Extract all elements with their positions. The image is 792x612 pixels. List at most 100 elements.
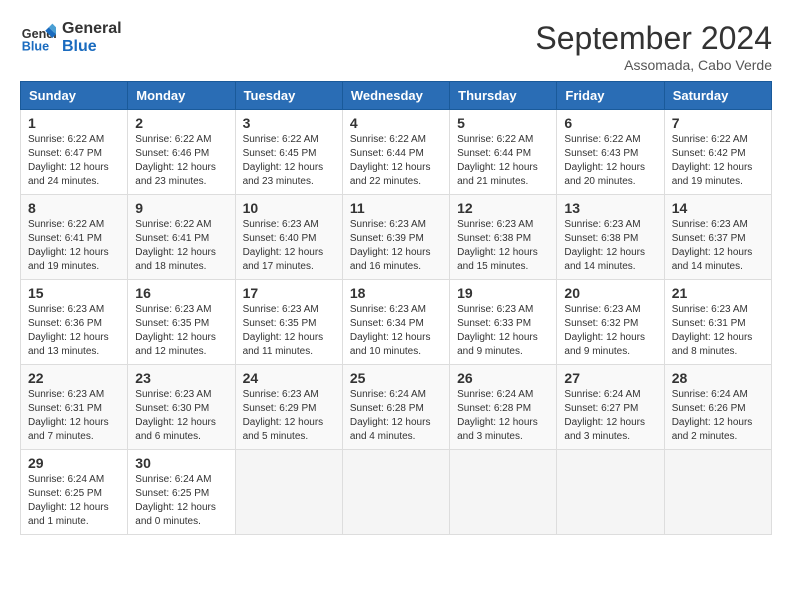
calendar-cell xyxy=(342,450,449,535)
day-info: Sunrise: 6:24 AM Sunset: 6:26 PM Dayligh… xyxy=(672,388,764,444)
calendar-cell: 25 Sunrise: 6:24 AM Sunset: 6:28 PM Dayl… xyxy=(342,365,449,450)
calendar-cell: 13 Sunrise: 6:23 AM Sunset: 6:38 PM Dayl… xyxy=(557,195,664,280)
day-info: Sunrise: 6:23 AM Sunset: 6:40 PM Dayligh… xyxy=(243,218,335,274)
day-info: Sunrise: 6:23 AM Sunset: 6:35 PM Dayligh… xyxy=(243,303,335,359)
calendar-cell: 9 Sunrise: 6:22 AM Sunset: 6:41 PM Dayli… xyxy=(128,195,235,280)
location-subtitle: Assomada, Cabo Verde xyxy=(535,57,772,73)
calendar-cell: 17 Sunrise: 6:23 AM Sunset: 6:35 PM Dayl… xyxy=(235,280,342,365)
calendar-cell: 6 Sunrise: 6:22 AM Sunset: 6:43 PM Dayli… xyxy=(557,110,664,195)
day-info: Sunrise: 6:23 AM Sunset: 6:31 PM Dayligh… xyxy=(672,303,764,359)
day-info: Sunrise: 6:22 AM Sunset: 6:47 PM Dayligh… xyxy=(28,133,120,189)
column-header-tuesday: Tuesday xyxy=(235,82,342,110)
day-number: 24 xyxy=(243,370,335,386)
day-number: 23 xyxy=(135,370,227,386)
page-header: General Blue General Blue September 2024… xyxy=(20,20,772,73)
calendar-table: SundayMondayTuesdayWednesdayThursdayFrid… xyxy=(20,81,772,535)
day-info: Sunrise: 6:23 AM Sunset: 6:34 PM Dayligh… xyxy=(350,303,442,359)
logo: General Blue General Blue xyxy=(20,20,122,56)
calendar-cell: 22 Sunrise: 6:23 AM Sunset: 6:31 PM Dayl… xyxy=(21,365,128,450)
calendar-cell: 12 Sunrise: 6:23 AM Sunset: 6:38 PM Dayl… xyxy=(450,195,557,280)
day-info: Sunrise: 6:22 AM Sunset: 6:41 PM Dayligh… xyxy=(28,218,120,274)
day-info: Sunrise: 6:23 AM Sunset: 6:35 PM Dayligh… xyxy=(135,303,227,359)
day-number: 2 xyxy=(135,115,227,131)
title-block: September 2024 Assomada, Cabo Verde xyxy=(535,20,772,73)
day-number: 30 xyxy=(135,455,227,471)
calendar-week-5: 29 Sunrise: 6:24 AM Sunset: 6:25 PM Dayl… xyxy=(21,450,772,535)
calendar-cell: 15 Sunrise: 6:23 AM Sunset: 6:36 PM Dayl… xyxy=(21,280,128,365)
day-number: 16 xyxy=(135,285,227,301)
day-number: 15 xyxy=(28,285,120,301)
day-number: 11 xyxy=(350,200,442,216)
day-number: 14 xyxy=(672,200,764,216)
calendar-cell: 10 Sunrise: 6:23 AM Sunset: 6:40 PM Dayl… xyxy=(235,195,342,280)
calendar-cell: 2 Sunrise: 6:22 AM Sunset: 6:46 PM Dayli… xyxy=(128,110,235,195)
day-number: 13 xyxy=(564,200,656,216)
calendar-cell: 20 Sunrise: 6:23 AM Sunset: 6:32 PM Dayl… xyxy=(557,280,664,365)
day-number: 28 xyxy=(672,370,764,386)
day-number: 7 xyxy=(672,115,764,131)
calendar-cell: 24 Sunrise: 6:23 AM Sunset: 6:29 PM Dayl… xyxy=(235,365,342,450)
day-info: Sunrise: 6:22 AM Sunset: 6:45 PM Dayligh… xyxy=(243,133,335,189)
day-info: Sunrise: 6:24 AM Sunset: 6:27 PM Dayligh… xyxy=(564,388,656,444)
day-number: 4 xyxy=(350,115,442,131)
day-info: Sunrise: 6:23 AM Sunset: 6:38 PM Dayligh… xyxy=(564,218,656,274)
calendar-cell: 28 Sunrise: 6:24 AM Sunset: 6:26 PM Dayl… xyxy=(664,365,771,450)
day-info: Sunrise: 6:23 AM Sunset: 6:31 PM Dayligh… xyxy=(28,388,120,444)
calendar-cell: 3 Sunrise: 6:22 AM Sunset: 6:45 PM Dayli… xyxy=(235,110,342,195)
logo-blue: Blue xyxy=(62,38,122,56)
calendar-cell: 4 Sunrise: 6:22 AM Sunset: 6:44 PM Dayli… xyxy=(342,110,449,195)
column-header-wednesday: Wednesday xyxy=(342,82,449,110)
calendar-cell: 14 Sunrise: 6:23 AM Sunset: 6:37 PM Dayl… xyxy=(664,195,771,280)
day-info: Sunrise: 6:23 AM Sunset: 6:29 PM Dayligh… xyxy=(243,388,335,444)
day-number: 21 xyxy=(672,285,764,301)
day-number: 25 xyxy=(350,370,442,386)
day-number: 9 xyxy=(135,200,227,216)
calendar-cell xyxy=(235,450,342,535)
calendar-week-2: 8 Sunrise: 6:22 AM Sunset: 6:41 PM Dayli… xyxy=(21,195,772,280)
calendar-cell: 30 Sunrise: 6:24 AM Sunset: 6:25 PM Dayl… xyxy=(128,450,235,535)
calendar-cell: 18 Sunrise: 6:23 AM Sunset: 6:34 PM Dayl… xyxy=(342,280,449,365)
column-header-friday: Friday xyxy=(557,82,664,110)
day-number: 3 xyxy=(243,115,335,131)
calendar-cell: 5 Sunrise: 6:22 AM Sunset: 6:44 PM Dayli… xyxy=(450,110,557,195)
day-number: 6 xyxy=(564,115,656,131)
calendar-cell: 8 Sunrise: 6:22 AM Sunset: 6:41 PM Dayli… xyxy=(21,195,128,280)
day-info: Sunrise: 6:23 AM Sunset: 6:37 PM Dayligh… xyxy=(672,218,764,274)
logo-general: General xyxy=(62,20,122,38)
calendar-cell xyxy=(450,450,557,535)
calendar-week-1: 1 Sunrise: 6:22 AM Sunset: 6:47 PM Dayli… xyxy=(21,110,772,195)
logo-icon: General Blue xyxy=(20,20,56,56)
day-info: Sunrise: 6:23 AM Sunset: 6:39 PM Dayligh… xyxy=(350,218,442,274)
calendar-cell: 11 Sunrise: 6:23 AM Sunset: 6:39 PM Dayl… xyxy=(342,195,449,280)
day-info: Sunrise: 6:22 AM Sunset: 6:44 PM Dayligh… xyxy=(457,133,549,189)
day-number: 18 xyxy=(350,285,442,301)
column-header-monday: Monday xyxy=(128,82,235,110)
day-info: Sunrise: 6:24 AM Sunset: 6:28 PM Dayligh… xyxy=(457,388,549,444)
calendar-cell: 27 Sunrise: 6:24 AM Sunset: 6:27 PM Dayl… xyxy=(557,365,664,450)
day-number: 22 xyxy=(28,370,120,386)
day-info: Sunrise: 6:24 AM Sunset: 6:25 PM Dayligh… xyxy=(135,473,227,529)
calendar-cell: 7 Sunrise: 6:22 AM Sunset: 6:42 PM Dayli… xyxy=(664,110,771,195)
day-info: Sunrise: 6:22 AM Sunset: 6:44 PM Dayligh… xyxy=(350,133,442,189)
day-info: Sunrise: 6:22 AM Sunset: 6:41 PM Dayligh… xyxy=(135,218,227,274)
calendar-cell: 23 Sunrise: 6:23 AM Sunset: 6:30 PM Dayl… xyxy=(128,365,235,450)
day-info: Sunrise: 6:23 AM Sunset: 6:36 PM Dayligh… xyxy=(28,303,120,359)
day-info: Sunrise: 6:24 AM Sunset: 6:25 PM Dayligh… xyxy=(28,473,120,529)
day-number: 5 xyxy=(457,115,549,131)
day-info: Sunrise: 6:22 AM Sunset: 6:42 PM Dayligh… xyxy=(672,133,764,189)
calendar-cell: 26 Sunrise: 6:24 AM Sunset: 6:28 PM Dayl… xyxy=(450,365,557,450)
day-number: 1 xyxy=(28,115,120,131)
calendar-week-4: 22 Sunrise: 6:23 AM Sunset: 6:31 PM Dayl… xyxy=(21,365,772,450)
day-number: 8 xyxy=(28,200,120,216)
calendar-cell: 21 Sunrise: 6:23 AM Sunset: 6:31 PM Dayl… xyxy=(664,280,771,365)
calendar-cell: 1 Sunrise: 6:22 AM Sunset: 6:47 PM Dayli… xyxy=(21,110,128,195)
svg-text:Blue: Blue xyxy=(22,40,49,54)
column-header-sunday: Sunday xyxy=(21,82,128,110)
day-info: Sunrise: 6:23 AM Sunset: 6:32 PM Dayligh… xyxy=(564,303,656,359)
day-number: 17 xyxy=(243,285,335,301)
day-info: Sunrise: 6:22 AM Sunset: 6:46 PM Dayligh… xyxy=(135,133,227,189)
day-number: 12 xyxy=(457,200,549,216)
day-number: 10 xyxy=(243,200,335,216)
calendar-week-3: 15 Sunrise: 6:23 AM Sunset: 6:36 PM Dayl… xyxy=(21,280,772,365)
day-info: Sunrise: 6:22 AM Sunset: 6:43 PM Dayligh… xyxy=(564,133,656,189)
